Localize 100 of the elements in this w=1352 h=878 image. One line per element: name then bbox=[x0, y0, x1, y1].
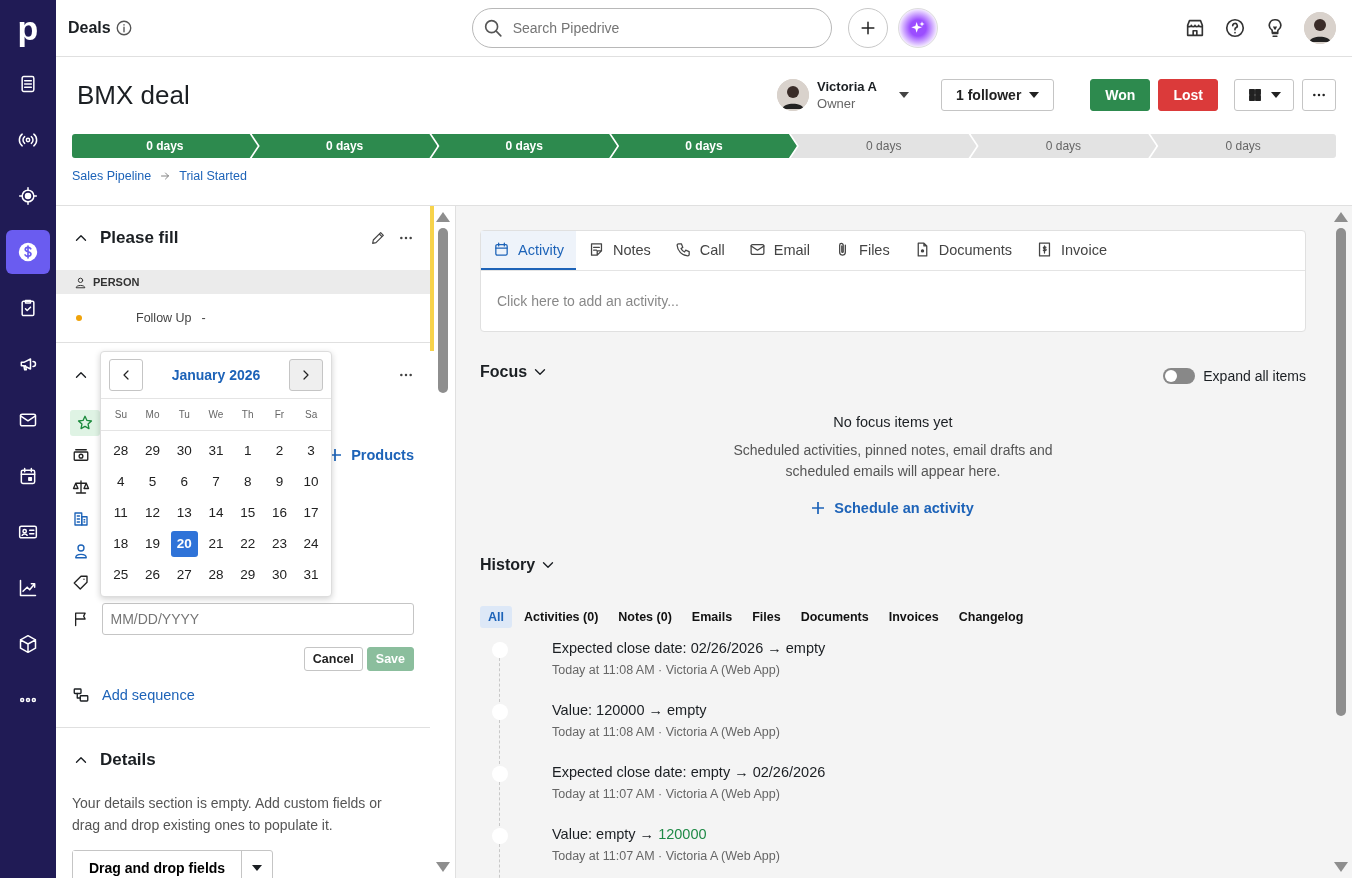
activity-input[interactable]: Click here to add an activity... bbox=[481, 271, 1305, 331]
calendar-day[interactable]: 17 bbox=[297, 499, 325, 526]
calendar-day[interactable]: 29 bbox=[139, 437, 167, 464]
calendar-day[interactable]: 30 bbox=[170, 437, 198, 464]
section-title: Details bbox=[100, 750, 156, 770]
weekday-label: Tu bbox=[177, 409, 191, 420]
filter-tab[interactable]: Invoices bbox=[880, 606, 947, 628]
calendar-day[interactable]: 22 bbox=[234, 530, 262, 557]
calendar-icon bbox=[18, 466, 38, 486]
filter-tab[interactable]: Files bbox=[744, 606, 789, 628]
breadcrumb-link[interactable]: Trial Started bbox=[179, 169, 247, 183]
calendar-day[interactable]: 25 bbox=[107, 561, 135, 588]
filter-tab[interactable]: Documents bbox=[792, 606, 877, 628]
focus-heading[interactable]: Focus bbox=[480, 363, 550, 381]
calendar-day[interactable]: 28 bbox=[202, 561, 230, 588]
plus-icon bbox=[812, 502, 825, 514]
calendar-day[interactable]: 31 bbox=[297, 561, 325, 588]
change-meta: Today at 11:07 AM · Victoria A (Web App) bbox=[552, 787, 781, 801]
date-field[interactable]: MM/DD/YYYY bbox=[101, 603, 414, 635]
calendar-day[interactable]: 10 bbox=[297, 468, 325, 495]
calendar-day[interactable]: 23 bbox=[265, 530, 293, 557]
filter-tab[interactable]: Activities (0) bbox=[516, 606, 607, 628]
tag-icon bbox=[72, 574, 90, 592]
pipeline-stage[interactable]: 0 days bbox=[1150, 134, 1337, 158]
change-text: Expected close date: 02/26/2026 → empty bbox=[552, 640, 826, 656]
nav-item[interactable] bbox=[6, 230, 50, 274]
composer-tab[interactable]: Activity bbox=[481, 231, 576, 270]
scale-icon bbox=[72, 478, 90, 496]
add-products-link[interactable]: Products bbox=[329, 447, 414, 463]
calendar-day[interactable]: 13 bbox=[170, 499, 198, 526]
timeline-node bbox=[492, 828, 508, 844]
breadcrumb-link[interactable]: Sales Pipeline bbox=[72, 169, 152, 183]
calendar-day[interactable]: 31 bbox=[202, 437, 230, 464]
calendar-day[interactable]: 20 bbox=[170, 530, 198, 557]
calendar-day[interactable]: 28 bbox=[107, 437, 135, 464]
calendar-day[interactable]: 11 bbox=[107, 499, 135, 526]
composer-tab[interactable]: Notes bbox=[575, 231, 663, 270]
lost-button[interactable]: Lost bbox=[1158, 79, 1218, 111]
calendar-day[interactable]: 7 bbox=[202, 468, 230, 495]
add-button[interactable] bbox=[847, 8, 888, 48]
empty-description: Scheduled activities, pinned notes, email drafts and scheduled emails will appear here. bbox=[732, 441, 1054, 481]
weekday-label: Mo bbox=[144, 409, 161, 420]
composer-tab[interactable]: Files bbox=[822, 231, 902, 270]
ai-assistant-button[interactable] bbox=[897, 8, 938, 48]
calendar-day[interactable]: 6 bbox=[170, 468, 198, 495]
logo[interactable]: p bbox=[17, 0, 39, 56]
won-button[interactable]: Won bbox=[1090, 79, 1151, 111]
calendar-day[interactable]: 27 bbox=[170, 561, 198, 588]
calendar-day[interactable]: 29 bbox=[234, 561, 262, 588]
schedule-activity-link[interactable]: Schedule an activity bbox=[812, 500, 974, 516]
caret-icon bbox=[899, 92, 909, 98]
calendar-day[interactable]: 1 bbox=[234, 437, 262, 464]
filter-tab[interactable]: All bbox=[480, 606, 512, 628]
pipeline-stage[interactable]: 0 days bbox=[970, 134, 1157, 158]
filter-tab[interactable]: Changelog bbox=[950, 606, 1032, 628]
calendar-day[interactable]: 21 bbox=[202, 530, 230, 557]
weekday-label: Fr bbox=[273, 409, 286, 420]
calendar-day[interactable]: 2 bbox=[265, 437, 293, 464]
info-icon bbox=[114, 19, 133, 37]
pipeline-stage[interactable]: 0 days bbox=[72, 134, 258, 158]
pipeline-stage[interactable]: 0 days bbox=[611, 134, 797, 158]
calendar-day[interactable]: 30 bbox=[265, 561, 293, 588]
calendar-day[interactable]: 24 bbox=[297, 530, 325, 557]
calendar-day[interactable]: 14 bbox=[202, 499, 230, 526]
pipeline-stage[interactable]: 0 days bbox=[251, 134, 438, 158]
money-icon bbox=[72, 446, 90, 464]
filter-tab[interactable]: Emails bbox=[683, 606, 741, 628]
pencil-icon bbox=[370, 230, 386, 246]
composer-tab[interactable]: Call bbox=[662, 231, 737, 270]
history-heading[interactable]: History bbox=[480, 556, 558, 574]
calendar-day[interactable]: 5 bbox=[139, 468, 167, 495]
calendar-day[interactable]: 16 bbox=[265, 499, 293, 526]
search-field[interactable]: Search Pipedrive bbox=[471, 8, 832, 48]
change-text: Value: empty → 120000 bbox=[552, 826, 708, 842]
pipeline-stage[interactable]: 0 days bbox=[431, 134, 618, 158]
composer-tab[interactable]: Email bbox=[736, 231, 823, 270]
calendar-day[interactable]: 12 bbox=[139, 499, 167, 526]
filter-tab[interactable]: Notes (0) bbox=[610, 606, 680, 628]
view-button[interactable] bbox=[1234, 79, 1294, 111]
composer-tab[interactable]: Documents bbox=[901, 231, 1025, 270]
toggle-switch[interactable] bbox=[1163, 368, 1196, 384]
cancel-button[interactable]: Cancel bbox=[303, 647, 363, 671]
calendar-day[interactable]: 9 bbox=[265, 468, 293, 495]
list-icon bbox=[18, 74, 38, 94]
calendar-day[interactable]: 15 bbox=[234, 499, 262, 526]
calendar-day[interactable]: 18 bbox=[107, 530, 135, 557]
calendar-day[interactable]: 26 bbox=[139, 561, 167, 588]
sequence-icon bbox=[72, 686, 90, 704]
field-value: - bbox=[201, 311, 206, 325]
dollar-icon bbox=[17, 241, 39, 263]
followers-button[interactable]: 1 follower bbox=[941, 79, 1055, 111]
calendar-day[interactable]: 8 bbox=[234, 468, 262, 495]
composer-tab[interactable]: Invoice bbox=[1024, 231, 1119, 270]
calendar-day[interactable]: 4 bbox=[107, 468, 135, 495]
pipeline-stage[interactable]: 0 days bbox=[790, 134, 977, 158]
calendar-day[interactable]: 3 bbox=[297, 437, 325, 464]
broadcast-icon bbox=[18, 130, 38, 150]
change-text: Expected close date: empty → 02/26/2026 bbox=[552, 764, 826, 780]
add-sequence-link[interactable]: Add sequence bbox=[102, 687, 195, 703]
calendar-day[interactable]: 19 bbox=[139, 530, 167, 557]
